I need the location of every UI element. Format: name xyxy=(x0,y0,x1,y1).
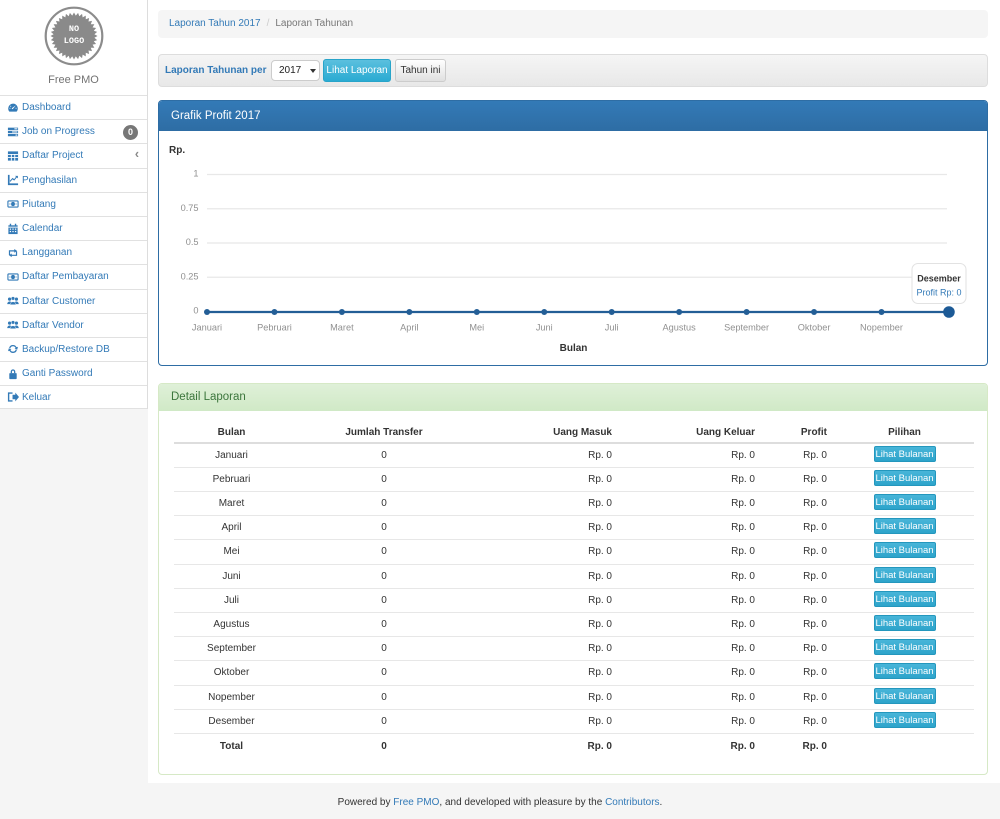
svg-text:0.25: 0.25 xyxy=(181,271,199,281)
svg-text:Juni: Juni xyxy=(536,323,553,333)
svg-text:Maret: Maret xyxy=(330,323,354,333)
svg-text:Bulan: Bulan xyxy=(560,343,588,354)
svg-text:Nopember: Nopember xyxy=(860,323,903,333)
svg-text:Oktober: Oktober xyxy=(798,323,831,333)
svg-text:Pebruari: Pebruari xyxy=(257,323,292,333)
svg-text:Mei: Mei xyxy=(469,323,484,333)
svg-text:1: 1 xyxy=(193,169,198,179)
svg-text:0.5: 0.5 xyxy=(186,237,199,247)
svg-text:Agustus: Agustus xyxy=(663,323,697,333)
svg-text:0.75: 0.75 xyxy=(181,203,199,213)
svg-text:0: 0 xyxy=(193,306,198,316)
svg-text:Juli: Juli xyxy=(605,323,619,333)
svg-text:September: September xyxy=(724,323,769,333)
svg-text:Januari: Januari xyxy=(192,323,222,333)
svg-text:NO: NO xyxy=(68,24,78,34)
svg-text:Desember: Desember xyxy=(917,274,961,284)
svg-text:April: April xyxy=(400,323,418,333)
svg-text:LOGO: LOGO xyxy=(63,36,83,46)
svg-text:Profit Rp: 0: Profit Rp: 0 xyxy=(916,288,961,298)
svg-text:Rp.: Rp. xyxy=(169,145,185,156)
